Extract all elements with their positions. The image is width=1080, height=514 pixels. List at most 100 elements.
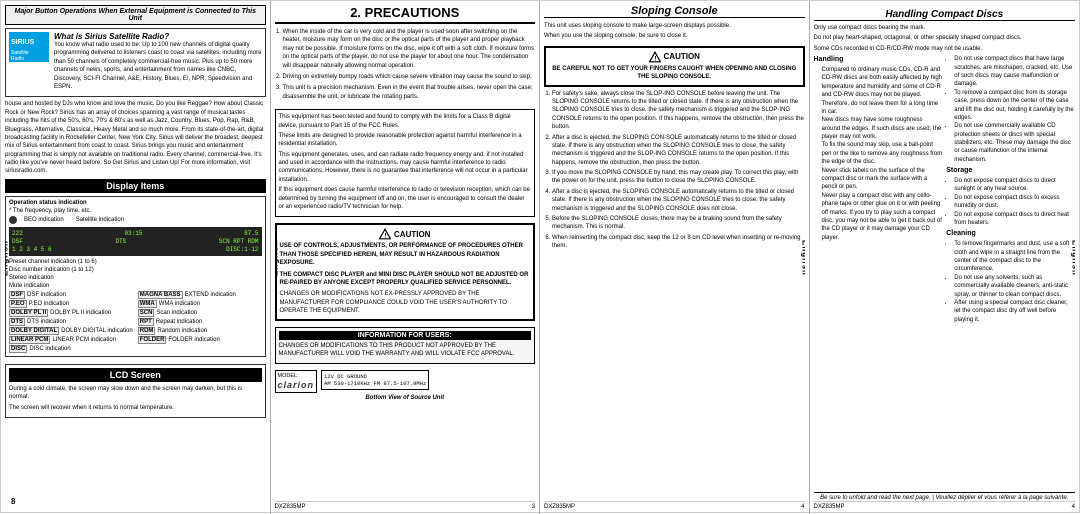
indicator-disc: DISC DISC indication xyxy=(9,345,262,353)
english-tab-3: English xyxy=(275,240,279,276)
sloping-caution-text: BE CAREFUL NOT TO GET YOUR FINGERS CAUGH… xyxy=(549,65,800,82)
indicator-scn: SCN Scan indication xyxy=(138,309,262,317)
info-text: CHANGES OR MODIFICATIONS TO THIS PRODUCT… xyxy=(279,342,532,359)
indicator-lpcm: LINEAR PCM LINEAR PCM indication xyxy=(9,336,133,344)
handling-caution: Do not play heart-shaped, octagonal, or … xyxy=(814,34,1076,42)
rdm-badge: RDM xyxy=(138,327,156,335)
sloping-caution-box: ! CAUTION BE CAREFUL NOT TO GET YOUR FIN… xyxy=(544,46,805,87)
rpt-text: Repeat indication xyxy=(156,319,202,325)
english-tab-right: English xyxy=(1071,240,1075,276)
sirius-body-extra: house and hosted by DJs who know and lov… xyxy=(5,100,266,176)
model-box: MODEL: clarion xyxy=(275,370,318,393)
dd-badge: DOLBY DIGITAL xyxy=(9,327,59,335)
peo-badge: P.EO xyxy=(9,300,27,308)
indicator-peo: P.EO P.EO indication xyxy=(9,300,133,308)
page-number-3: 3 xyxy=(532,504,535,510)
indicator-wma: WMA WMA indication xyxy=(138,300,262,308)
cleaning-item-1: To remove fingermarks and dust, use a so… xyxy=(954,240,1075,274)
dts-badge: DTS xyxy=(9,318,25,326)
rpt-badge: RPT xyxy=(138,318,154,326)
storage-item-3: Do not expose compact discs to direct he… xyxy=(954,211,1075,228)
caution-triangle-icon: ! xyxy=(379,228,391,240)
beo-bullet xyxy=(9,216,17,224)
dsf-badge: DSF xyxy=(9,291,25,299)
fcc-text1: This equipment has been tested and found… xyxy=(279,113,532,130)
page-3: English 2. PRECAUTIONS When the inside o… xyxy=(271,1,541,514)
do-not-1: Do not use compact discs that have large… xyxy=(954,55,1075,89)
page-4-mid: English Sloping Console This unit uses s… xyxy=(540,1,810,514)
fcc-text4: If this equipment does cause harmful int… xyxy=(279,186,532,211)
caution-body-3: CHANGES OR MODIFICATIONS NOT EX-PRESSLY … xyxy=(280,290,531,315)
lpcm-badge: LINEAR PCM xyxy=(9,336,50,344)
lcd-text2: The screen will recover when it returns … xyxy=(9,404,262,412)
english-tab-left: English xyxy=(5,240,9,276)
storage-item-2: Do not expose compact discs to excess hu… xyxy=(954,194,1075,211)
dolby-text: DOLBY PL II indication xyxy=(50,310,111,316)
satellite-label: Satellite indication xyxy=(76,217,124,223)
clarion-logo: clarion xyxy=(278,380,315,390)
svg-text:SIRIUS: SIRIUS xyxy=(11,39,35,46)
freq-box: 12V DC GROUND AM 530-1710KHz FM 87.5-107… xyxy=(321,370,429,390)
wma-text: WMA indication xyxy=(159,301,200,307)
wma-badge: WMA xyxy=(138,300,157,308)
lcd-text1: During a cold climate, the screen may sl… xyxy=(9,385,262,402)
freq-detail: AM 530-1710KHz FM 87.5-107.9MHz xyxy=(324,380,426,387)
sirius-logo: SIRIUS Satellite Radio xyxy=(9,32,49,62)
info-box: INFORMATION FOR USERS: CHANGES OR MODIFI… xyxy=(275,327,536,365)
sirius-header-text: What is Sirius Satellite Radio? You know… xyxy=(54,32,262,93)
major-ops-header: Major Button Operations When External Eq… xyxy=(5,5,266,25)
indicator-magna: MAGNA BASS EXTEND indication xyxy=(138,291,262,299)
folder-text: FOLDER indication xyxy=(168,337,219,343)
svg-text:!: ! xyxy=(384,233,386,240)
indicator-rpt: RPT Repeat indication xyxy=(138,318,262,326)
english-tab-4-mid: English xyxy=(800,240,804,276)
sloping-step-5: Before the SLOPING CONSOLE closes, there… xyxy=(552,215,805,232)
page-id-right: DXZ835MP xyxy=(814,504,845,510)
indicator-dd: DOLBY DIGITAL DOLBY DIGITAL indication xyxy=(9,327,133,335)
dd-text: DOLBY DIGITAL indication xyxy=(61,328,133,334)
precautions-list: When the inside of the car is very cold … xyxy=(275,28,536,104)
manual-page: English Major Button Operations When Ext… xyxy=(0,0,1080,513)
fcc-text2: These limits are designed to provide rea… xyxy=(279,132,532,149)
caution-box-main: ! CAUTION USE OF CONTROLS, ADJUSTMENTS, … xyxy=(275,223,536,320)
caution-body-1: USE OF CONTROLS, ADJUSTMENTS, OR PERFORM… xyxy=(280,242,531,267)
precaution-2: Driving on extremely bumpy roads which c… xyxy=(283,73,536,81)
do-not-list: Do not use compact discs that have large… xyxy=(946,55,1075,164)
handling-item-4: Never stick labels on the surface of the… xyxy=(822,167,943,192)
handling-items: Compared to ordinary music CDs, CD-R and… xyxy=(814,66,943,242)
sloping-caution-icon: ! xyxy=(649,51,661,63)
handling-item-2: New discs may have some roughness around… xyxy=(822,116,943,141)
cleaning-items: To remove fingermarks and dust, use a so… xyxy=(946,240,1075,324)
storage-item-1: Do not expose compact discs to direct su… xyxy=(954,177,1075,194)
cleaning-item-2: Do not use any solvents, such as commerc… xyxy=(954,274,1075,299)
handling-title: Handling Compact Discs xyxy=(814,9,1076,21)
magna-text: EXTEND indication xyxy=(185,292,236,298)
scn-text: Scan indication xyxy=(156,310,197,316)
handling-item-3: To fix the sound may skip, use a ball-po… xyxy=(822,141,943,166)
display-items-box: Operation status indication * The freque… xyxy=(5,196,266,357)
info-title: INFORMATION FOR USERS: xyxy=(279,331,532,340)
bottom-note: Be sure to unfold and read the next page… xyxy=(814,492,1076,501)
model-section: MODEL: clarion 12V DC GROUND AM 530-1710… xyxy=(275,370,536,393)
sloping-step-6: When reinserting the compact disc, keep … xyxy=(552,234,805,251)
cleaning-item-3: After using a special compact disc clean… xyxy=(954,299,1075,324)
page-number-8: 8 xyxy=(11,497,15,506)
dsf-text: DSF indication xyxy=(27,292,66,298)
page-footer-3: DXZ835MP 3 xyxy=(275,501,536,510)
operation-detail: * The frequency, play time, etc. xyxy=(9,208,262,214)
handling-two-col: Handling Compared to ordinary music CDs,… xyxy=(814,55,1076,326)
precautions-title: 2. PRECAUTIONS xyxy=(275,5,536,24)
radio-row-1: 22203:1587.5 xyxy=(12,230,259,237)
page-4-right: English Handling Compact Discs Only use … xyxy=(810,1,1080,514)
storage-subtitle: Storage xyxy=(946,166,1075,176)
radio-display: 22203:1587.5 DSFDTSSCN RPT RDM 1 2 3 4 5… xyxy=(9,227,262,256)
lcd-title: LCD Screen xyxy=(9,368,262,382)
rdm-text: Random indication xyxy=(157,328,207,334)
radio-row-2: DSFDTSSCN RPT RDM xyxy=(12,238,259,245)
indicator-rdm: RDM Random indication xyxy=(138,327,262,335)
handling-subtitle: Handling xyxy=(814,55,943,65)
sloping-intro: This unit uses sloping console to make l… xyxy=(544,22,805,30)
do-not-2: To remove a compact disc from its storag… xyxy=(954,89,1075,123)
handling-item-5: Never play a compact disc with any cello… xyxy=(822,192,943,242)
dts-text: DTS indication xyxy=(27,319,66,325)
